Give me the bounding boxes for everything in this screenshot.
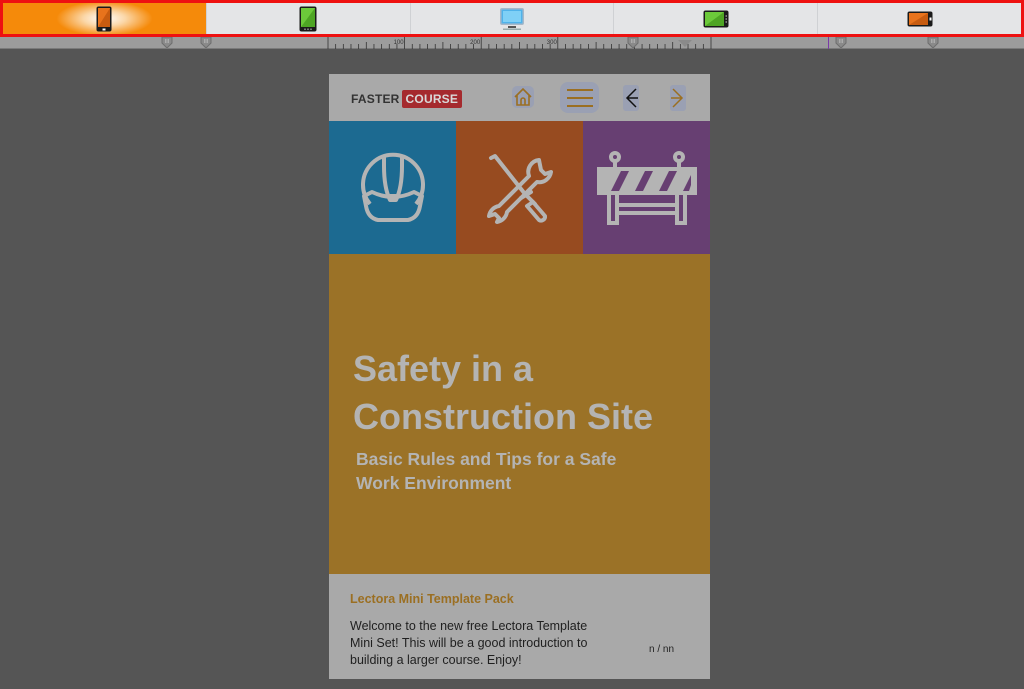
phone-landscape-icon [907, 11, 933, 26]
arrow-right-icon [671, 88, 684, 108]
logo-text-course: COURSE [401, 90, 463, 108]
hero-banner: Safety in a Construction Site Basic Rule… [329, 254, 710, 574]
ruler-position-line [828, 37, 829, 49]
course-footer: Lectora Mini Template Pack Welcome to th… [329, 574, 710, 679]
page-counter: n / nn [649, 644, 675, 655]
menu-button[interactable] [560, 82, 599, 113]
device-tab-tablet-portrait[interactable] [207, 3, 411, 34]
logo-text-faster: FASTER [351, 92, 400, 106]
hamburger-menu-icon [566, 88, 593, 107]
course-title-line: Construction Site [353, 396, 654, 437]
course-subtitle: Basic Rules and Tips for a Safe Work Env… [356, 447, 656, 495]
device-tab-phone-landscape[interactable] [818, 3, 1021, 34]
tile-hard-hat [329, 121, 456, 254]
course-title-line: Safety in a [353, 348, 534, 389]
course-page-preview: FASTER COURSE Safety in a Construction S… [329, 74, 710, 679]
breakpoint-marker-icon[interactable] [161, 37, 173, 48]
course-subtitle-line: Work Environment [356, 473, 512, 493]
wrench-screwdriver-icon [486, 153, 553, 224]
tile-barrier [583, 121, 710, 254]
device-tab-tablet-landscape[interactable] [614, 3, 819, 34]
home-icon [514, 87, 532, 106]
hard-hat-icon [360, 152, 425, 222]
breakpoint-marker-icon[interactable] [627, 37, 639, 48]
ruler-label: 100 [394, 40, 405, 46]
breakpoint-marker-icon[interactable] [200, 37, 212, 48]
previous-page-button[interactable] [623, 85, 639, 111]
horizontal-ruler: 0 100 200 300 [0, 37, 1024, 49]
desktop-monitor-icon [499, 7, 524, 30]
breakpoint-marker-icon[interactable] [927, 37, 939, 48]
tablet-portrait-icon [299, 6, 317, 31]
breakpoint-marker-icon[interactable] [835, 37, 847, 48]
next-page-button[interactable] [670, 85, 686, 111]
page-width-marker-icon[interactable] [678, 37, 692, 48]
device-preview-toolbar [0, 0, 1024, 37]
ruler-label: 300 [547, 40, 558, 46]
footer-title: Lectora Mini Template Pack [350, 592, 514, 606]
ruler-label: 200 [470, 40, 481, 46]
home-button[interactable] [512, 86, 534, 108]
ruler-label: 0 [327, 40, 328, 46]
phone-portrait-icon [96, 6, 112, 31]
footer-body-text: Welcome to the new free Lectora Template… [350, 619, 588, 667]
course-title: Safety in a Construction Site [353, 345, 703, 441]
arrow-left-icon [625, 88, 638, 108]
tile-tools [456, 121, 583, 254]
course-subtitle-line: Basic Rules and Tips for a Safe [356, 449, 617, 469]
device-tab-desktop[interactable] [411, 3, 615, 34]
tablet-landscape-icon [703, 10, 729, 27]
faster-course-logo: FASTER COURSE [351, 90, 463, 108]
device-tab-phone-portrait[interactable] [3, 3, 207, 34]
icon-tiles [329, 121, 710, 254]
road-barrier-icon [596, 150, 697, 225]
course-header: FASTER COURSE [329, 74, 710, 121]
ruler-scale: 0 100 200 300 [327, 37, 712, 49]
